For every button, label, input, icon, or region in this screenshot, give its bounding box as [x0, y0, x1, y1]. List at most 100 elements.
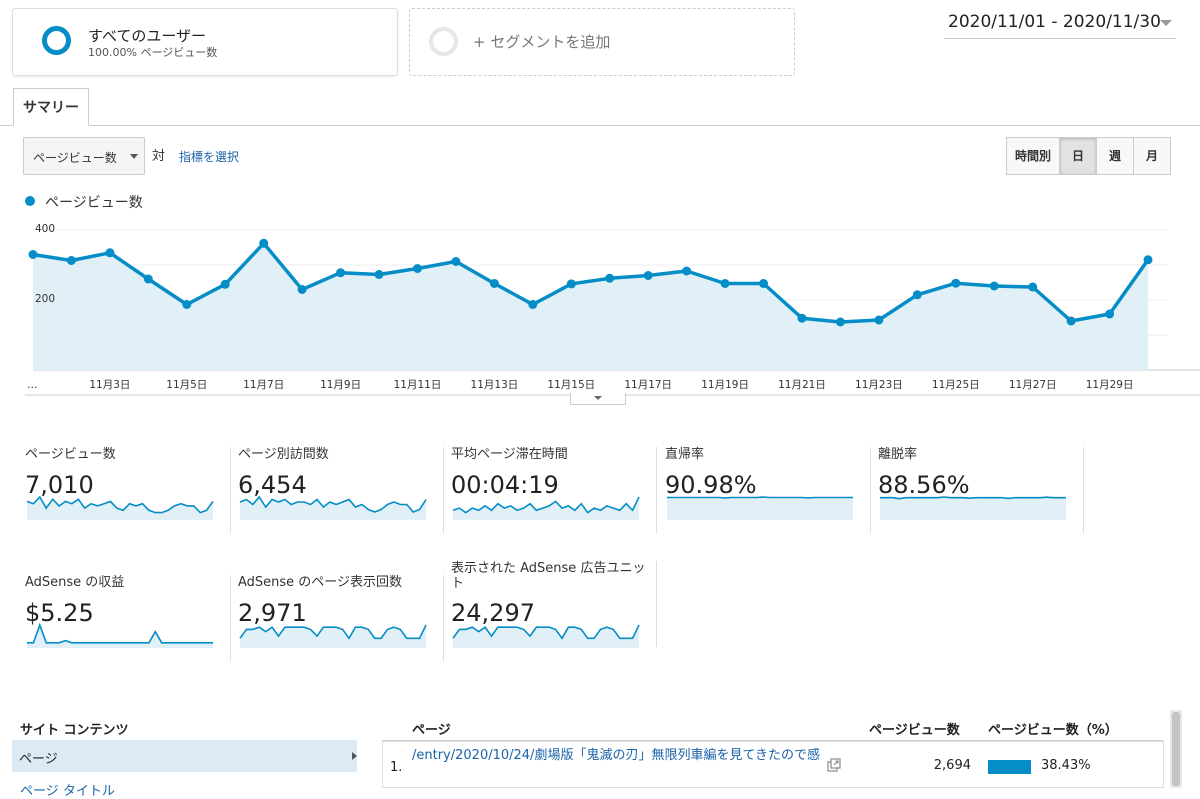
metric-card[interactable]: 離脱率 88.56% — [878, 447, 1084, 533]
data-point — [643, 271, 653, 280]
table-row: 1. /entry/2020/10/24/劇場版「鬼滅の刃」無限列車編を見てきた… — [382, 741, 1164, 788]
sparkline — [452, 496, 640, 520]
page-link[interactable]: /entry/2020/10/24/劇場版「鬼滅の刃」無限列車編を見てきたので感 — [412, 748, 822, 764]
segment-all-users[interactable]: すべてのユーザー 100.00% ページビュー数 — [12, 8, 398, 76]
site-content-item-page[interactable]: ページ — [12, 740, 357, 772]
segment-subtitle: 100.00% ページビュー数 — [88, 46, 218, 59]
sparkline-area — [880, 497, 1066, 520]
sparkline-line — [667, 496, 853, 499]
chart-collapse-handle[interactable] — [570, 393, 626, 405]
date-range-picker[interactable]: 2020/11/01 - 2020/11/30 — [944, 8, 1176, 39]
pageviews-chart: 400 200 … 11月3日 11月5日 11月7日 11月9日 11月11日 11月13日… — [25, 223, 1200, 396]
x-tick-label: 11月11日 — [394, 379, 442, 391]
metric-card-label: 直帰率 — [665, 447, 705, 462]
x-tick-label: 11月29日 — [1086, 379, 1134, 391]
data-point — [66, 256, 76, 265]
data-point — [528, 300, 538, 309]
sparkline — [27, 622, 213, 648]
tab-summary[interactable]: サマリー — [13, 88, 89, 126]
x-tick-label: 11月19日 — [701, 379, 749, 391]
metric-card[interactable]: 表示された AdSense 広告ユニット 24,297 — [451, 561, 657, 648]
data-point — [182, 300, 192, 309]
data-point — [374, 270, 384, 279]
pick-metric-link[interactable]: 指標を選択 — [179, 148, 239, 165]
data-point — [566, 279, 576, 289]
granularity-day-button[interactable]: 日 — [1059, 137, 1097, 175]
site-content-item-page-title[interactable]: ページ タイトル — [20, 780, 115, 799]
data-point — [989, 281, 999, 291]
sparkline-area — [27, 625, 213, 648]
data-point — [605, 273, 615, 283]
chevron-down-icon — [1160, 20, 1172, 26]
x-tick-label: 11月7日 — [243, 379, 284, 391]
chevron-down-icon — [594, 396, 602, 400]
metric-card[interactable]: ページ別訪問数 6,454 — [238, 447, 444, 533]
data-point — [874, 315, 884, 325]
x-tick-label: 11月17日 — [624, 379, 672, 391]
open-external-icon[interactable] — [827, 758, 841, 772]
site-content-item-label: ページ — [19, 752, 58, 767]
data-point — [912, 290, 922, 300]
sparkline-line — [880, 496, 1066, 500]
x-tick-label: 11月9日 — [320, 379, 361, 391]
granularity-week-button[interactable]: 週 — [1096, 137, 1134, 175]
sparkline-area — [240, 497, 426, 520]
sparkline — [239, 624, 427, 648]
row-pageviews: 2,694 — [933, 758, 971, 773]
chevron-right-icon — [352, 752, 357, 760]
data-point — [297, 285, 307, 294]
metric-card[interactable]: 直帰率 90.98% — [665, 447, 871, 533]
data-point — [951, 278, 961, 288]
sparkline — [26, 495, 214, 520]
data-point — [1105, 309, 1115, 319]
granularity-hourly-button[interactable]: 時間別 — [1006, 137, 1060, 175]
metric-card-label: 表示された AdSense 広告ユニット — [451, 561, 646, 591]
chevron-down-icon — [130, 154, 138, 159]
metric-card[interactable]: 平均ページ滞在時間 00:04:19 — [451, 447, 657, 533]
data-point — [28, 250, 38, 259]
x-tick-label: 11月23日 — [855, 379, 903, 391]
metric-select[interactable]: ページビュー数 — [23, 137, 145, 175]
pageviews-share-bar — [988, 760, 1032, 774]
metric-card[interactable]: AdSense のページ表示回数 2,971 — [238, 575, 444, 661]
sparkline-area — [667, 497, 853, 520]
metric-card-label: AdSense のページ表示回数 — [238, 575, 403, 590]
sparkline — [667, 496, 853, 520]
series-area — [33, 243, 1148, 370]
data-point — [759, 279, 768, 288]
site-content-title: サイト コンテンツ — [20, 723, 129, 738]
metric-card[interactable]: AdSense の収益 $5.25 — [25, 575, 231, 661]
x-tick-label: 11月27日 — [1009, 379, 1057, 391]
x-tick-label: 11月25日 — [932, 379, 980, 391]
x-tick-label: 11月5日 — [166, 379, 207, 391]
table-scrollbar-thumb[interactable] — [1172, 712, 1180, 786]
data-point — [413, 264, 422, 273]
sparkline — [452, 624, 640, 648]
column-header-pageviews-percent[interactable]: ページビュー数（%） — [988, 719, 1118, 738]
metric-card-label: ページビュー数 — [25, 447, 116, 462]
granularity-month-button[interactable]: 月 — [1133, 137, 1171, 175]
metric-card[interactable]: ページビュー数 7,010 — [25, 447, 231, 533]
data-point — [259, 238, 269, 248]
legend-label: ページビュー数 — [45, 195, 143, 211]
data-point — [143, 274, 153, 284]
data-point — [489, 279, 499, 288]
data-point — [1143, 255, 1153, 265]
y-tick-label: 200 — [35, 293, 55, 305]
column-header-page[interactable]: ページ — [412, 719, 451, 738]
data-point — [720, 279, 730, 288]
metric-card-label: 平均ページ滞在時間 — [451, 447, 568, 462]
data-point — [682, 266, 692, 276]
column-header-pageviews[interactable]: ページビュー数 — [869, 719, 960, 738]
data-point — [451, 257, 461, 266]
date-range-label: 2020/11/01 - 2020/11/30 — [948, 12, 1161, 32]
segment-ring-icon — [42, 26, 71, 55]
y-tick-label: 400 — [35, 223, 55, 235]
x-tick-label: 11月3日 — [89, 379, 130, 391]
row-number: 1. — [390, 760, 403, 775]
segment-empty-ring-icon — [429, 27, 458, 56]
data-point — [336, 268, 346, 278]
sparkline — [239, 495, 427, 520]
add-segment-button[interactable]: + セグメントを追加 — [409, 8, 795, 76]
segment-title: すべてのユーザー — [88, 27, 207, 45]
